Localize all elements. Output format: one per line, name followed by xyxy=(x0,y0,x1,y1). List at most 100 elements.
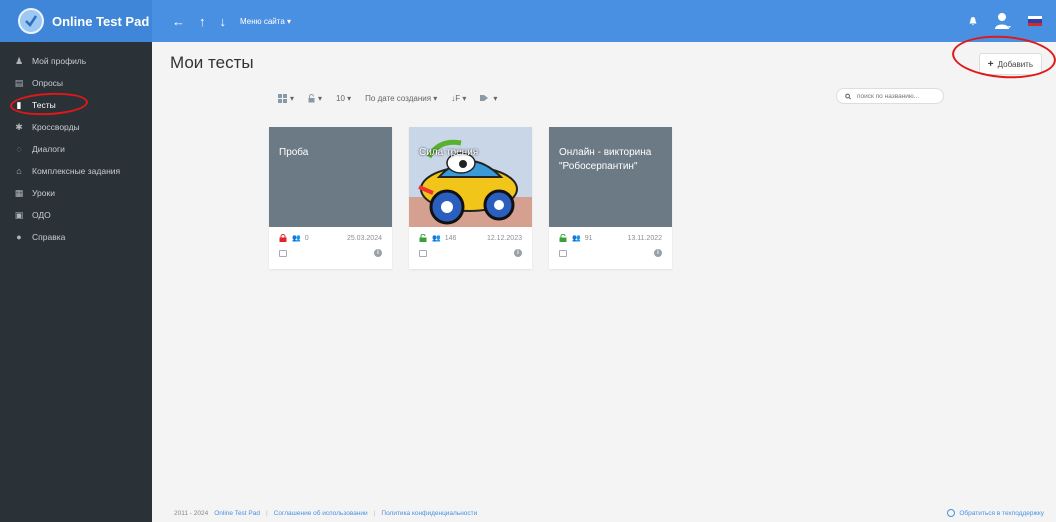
main-content: Мои тесты + Добавить ▾ ▾ 10 ▾ По дате со… xyxy=(152,32,1056,522)
sidebar-item-profile[interactable]: ♟ Мой профиль xyxy=(0,50,152,72)
dropdown-caret: ▾ xyxy=(318,93,323,103)
brand-name: Online Test Pad xyxy=(52,13,150,29)
card-date: 25.03.2024 xyxy=(346,234,382,242)
test-card[interactable]: Проба 👥 0 25.03.2024 i xyxy=(269,127,392,269)
support-link[interactable]: Обратиться в техподдержку xyxy=(947,509,1044,517)
info-icon[interactable]: i xyxy=(374,249,382,257)
lock-open-icon xyxy=(559,234,567,242)
user-icon: ♟ xyxy=(14,55,24,66)
help-icon: ● xyxy=(16,232,22,242)
plus-icon: + xyxy=(987,58,994,70)
terms-link[interactable]: Соглашение об использовании xyxy=(274,510,368,517)
view-mode-dropdown[interactable]: ▾ xyxy=(278,93,295,103)
sidebar-item-complex-tasks[interactable]: ⌂ Комплексные задания xyxy=(0,160,152,182)
test-card[interactable]: Онлайн - викторина "Робосерпантин" 👥 91 … xyxy=(549,127,672,269)
lock-open-icon xyxy=(419,234,427,242)
info-icon[interactable]: i xyxy=(654,249,662,257)
back-arrow-icon[interactable]: ← xyxy=(172,14,185,29)
participants-count: 0 xyxy=(304,234,309,242)
card-title: Проба xyxy=(279,147,309,158)
footer: 2011 - 2024 Online Test Pad | Соглашение… xyxy=(152,504,1056,522)
sidebar: ♟ Мой профиль ▤ Опросы ▮ Тесты ✱ Кроссво… xyxy=(0,42,152,522)
card-cover: Проба xyxy=(269,127,392,227)
sidebar-item-label: Справка xyxy=(32,232,66,242)
page-title: Мои тесты xyxy=(170,53,254,72)
filter-toolbar: ▾ ▾ 10 ▾ По дате создания ▾ ↓F ▾ ▾ xyxy=(278,90,497,106)
sidebar-item-label: ОДО xyxy=(32,210,51,220)
sidebar-item-crosswords[interactable]: ✱ Кроссворды xyxy=(0,116,152,138)
dialog-icon: ◌ xyxy=(16,144,22,154)
sidebar-item-label: Диалоги xyxy=(32,144,65,154)
dropdown-caret: ▾ xyxy=(493,93,498,103)
sidebar-item-polls[interactable]: ▤ Опросы xyxy=(0,72,152,94)
users-icon: 👥 xyxy=(292,235,301,242)
complex-icon: ⌂ xyxy=(16,166,22,176)
sidebar-item-label: Кроссворды xyxy=(32,122,80,132)
add-button[interactable]: + Добавить xyxy=(978,53,1042,75)
sidebar-item-help[interactable]: ● Справка xyxy=(0,226,152,248)
sidebar-item-label: Мой профиль xyxy=(32,56,87,66)
brand[interactable]: Online Test Pad xyxy=(0,0,152,42)
search-box[interactable] xyxy=(836,88,944,104)
card-date: 12.12.2023 xyxy=(486,234,522,242)
tests-icon: ▮ xyxy=(16,99,22,110)
up-arrow-icon[interactable]: ↑ xyxy=(199,14,206,29)
per-page-dropdown[interactable]: 10 ▾ xyxy=(336,94,351,103)
card-cover: Онлайн - викторина "Робосерпантин" xyxy=(549,127,672,227)
folder-icon[interactable] xyxy=(559,249,567,257)
users-icon: 👥 xyxy=(432,235,441,242)
grid-view-icon xyxy=(278,93,287,103)
search-input[interactable] xyxy=(855,91,943,101)
card-title: Сила трения xyxy=(419,147,479,158)
sidebar-item-lessons[interactable]: ▦ Уроки xyxy=(0,182,152,204)
lock-closed-icon xyxy=(279,234,287,242)
sidebar-item-label: Уроки xyxy=(32,188,55,198)
participants-count: 91 xyxy=(584,234,593,242)
tags-dropdown[interactable]: ▾ xyxy=(480,94,497,103)
sidebar-item-dialogs[interactable]: ◌ Диалоги xyxy=(0,138,152,160)
card-date: 13.11.2022 xyxy=(627,234,662,242)
language-flag-icon[interactable] xyxy=(1028,16,1042,26)
folder-icon[interactable] xyxy=(279,249,287,257)
sort-direction-dropdown[interactable]: ↓F ▾ xyxy=(451,94,466,103)
top-bar: Online Test Pad ← ↑ ↓ Меню сайта ▾ xyxy=(0,0,1056,42)
site-menu-dropdown[interactable]: Меню сайта ▾ xyxy=(240,17,291,26)
logo-icon xyxy=(18,8,44,34)
access-filter-dropdown[interactable]: ▾ xyxy=(308,94,322,103)
sort-dropdown[interactable]: По дате создания ▾ xyxy=(365,94,437,103)
lock-icon xyxy=(308,93,315,102)
per-page-label: 10 ▾ xyxy=(336,93,352,103)
user-account-icon[interactable] xyxy=(994,11,1012,31)
down-arrow-icon[interactable]: ↓ xyxy=(220,14,227,29)
support-label: Обратиться в техподдержку xyxy=(959,509,1044,517)
users-icon: 👥 xyxy=(572,235,581,242)
odo-icon: ▣ xyxy=(14,209,24,220)
search-icon xyxy=(845,93,851,100)
participants-count: 146 xyxy=(444,234,457,242)
dropdown-caret: ▾ xyxy=(290,93,295,103)
card-title: Онлайн - викторина "Робосерпантин" xyxy=(559,147,652,172)
test-card[interactable]: Сила трения 👥 146 12.12.2023 i xyxy=(409,127,532,269)
sidebar-item-label: Комплексные задания xyxy=(32,166,121,176)
separator: | xyxy=(266,509,268,517)
privacy-link[interactable]: Политика конфиденциальности xyxy=(381,510,477,517)
info-icon[interactable]: i xyxy=(514,249,522,257)
sort-label: По дате создания ▾ xyxy=(365,93,438,103)
add-button-label: Добавить xyxy=(997,59,1033,69)
sidebar-item-label: Тесты xyxy=(32,100,56,110)
bell-icon[interactable] xyxy=(968,16,978,26)
crossword-icon: ✱ xyxy=(15,121,23,132)
sidebar-item-tests[interactable]: ▮ Тесты xyxy=(0,94,152,116)
sort-direction-label: ↓F ▾ xyxy=(451,93,467,103)
card-cover: Сила трения xyxy=(409,127,532,227)
support-icon xyxy=(947,509,956,517)
footer-brand-link[interactable]: Online Test Pad xyxy=(214,510,260,517)
lessons-icon: ▦ xyxy=(14,187,24,198)
sidebar-item-odo[interactable]: ▣ ОДО xyxy=(0,204,152,226)
poll-icon: ▤ xyxy=(14,77,24,88)
copyright-years: 2011 - 2024 xyxy=(174,509,209,517)
separator: | xyxy=(373,509,376,517)
folder-icon[interactable] xyxy=(419,249,427,257)
tag-icon xyxy=(480,95,489,101)
cartoon-car-image xyxy=(409,127,532,227)
